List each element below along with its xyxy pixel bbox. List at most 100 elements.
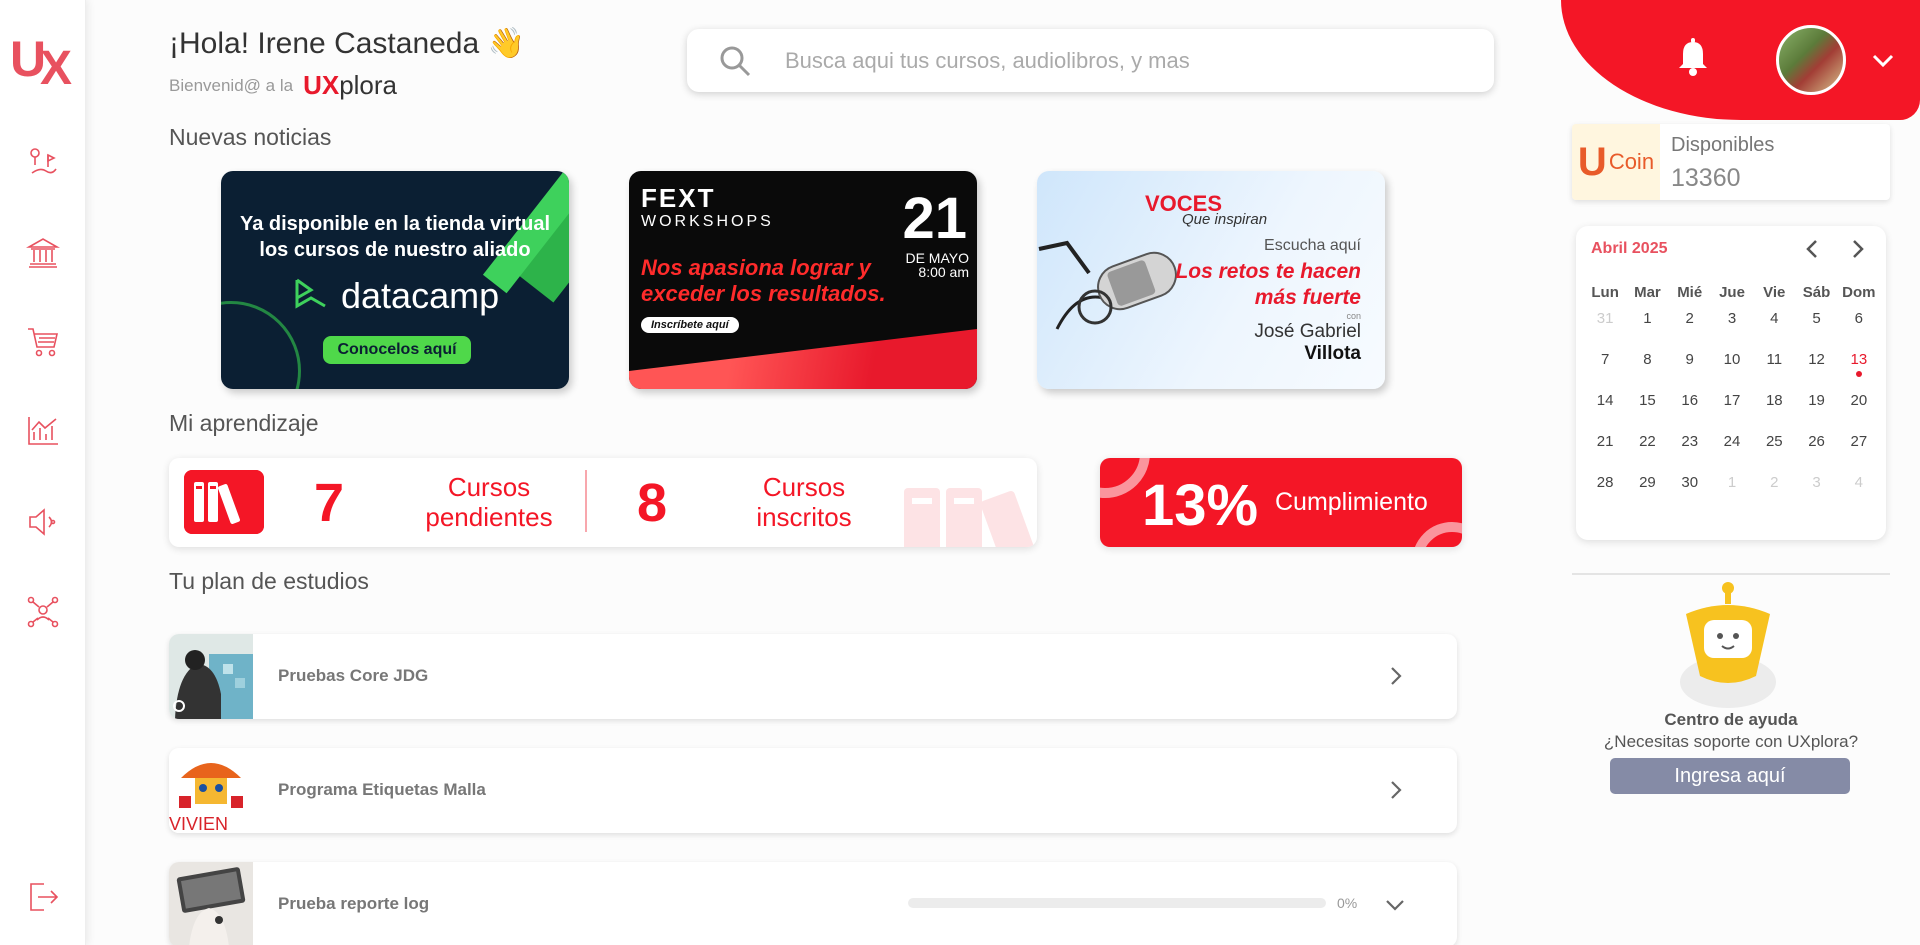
calendar-day-today[interactable]: 13 bbox=[1838, 351, 1880, 392]
bell-icon[interactable] bbox=[1675, 38, 1711, 78]
progress-bar bbox=[908, 898, 1326, 908]
course-thumbnail bbox=[169, 862, 253, 945]
event-day: 21 bbox=[902, 186, 967, 251]
calendar-day[interactable]: 16 bbox=[1669, 392, 1711, 433]
chevron-right-icon[interactable] bbox=[1383, 778, 1407, 802]
sidebar-item-route[interactable] bbox=[23, 142, 63, 182]
calendar-day[interactable]: 26 bbox=[1795, 433, 1837, 474]
calendar-day[interactable]: 24 bbox=[1711, 433, 1753, 474]
chevron-down-icon[interactable] bbox=[1870, 50, 1896, 70]
calendar-day[interactable]: 25 bbox=[1753, 433, 1795, 474]
news-cta-button[interactable]: Inscríbete aquí bbox=[641, 317, 739, 333]
logout-button[interactable] bbox=[23, 877, 63, 917]
help-button[interactable]: Ingresa aquí bbox=[1610, 758, 1850, 794]
calendar-day[interactable]: 5 bbox=[1795, 310, 1837, 351]
calendar-day[interactable]: 18 bbox=[1753, 392, 1795, 433]
calendar-day[interactable]: 7 bbox=[1584, 351, 1626, 392]
divider bbox=[585, 470, 587, 532]
news-text: Nos apasiona lograr y exceder los result… bbox=[641, 255, 886, 306]
calendar-day[interactable]: 31 bbox=[1584, 310, 1626, 351]
calendar-day[interactable]: 6 bbox=[1838, 310, 1880, 351]
route-icon bbox=[30, 148, 57, 174]
calendar-day[interactable]: 4 bbox=[1753, 310, 1795, 351]
welcome-line: Bienvenid@ a la UXplora bbox=[169, 70, 397, 101]
greeting: ¡Hola! Irene Castaneda 👋 bbox=[169, 26, 525, 61]
calendar-day[interactable]: 8 bbox=[1626, 351, 1668, 392]
sidebar-item-network[interactable] bbox=[23, 592, 63, 632]
news-card-datacamp[interactable]: Ya disponible en la tienda virtual los c… bbox=[221, 171, 569, 389]
ux-logo[interactable]: U X bbox=[10, 28, 78, 88]
calendar-day[interactable]: 29 bbox=[1626, 474, 1668, 515]
calendar-day[interactable]: 22 bbox=[1626, 433, 1668, 474]
calendar-day[interactable]: 14 bbox=[1584, 392, 1626, 433]
course-thumbnail: VIVIEN bbox=[169, 748, 253, 833]
avatar[interactable] bbox=[1776, 25, 1846, 95]
coin-balance-card: U Coin Disponibles 13360 bbox=[1572, 124, 1890, 200]
microphone-icon bbox=[1038, 240, 1177, 330]
calendar-day[interactable]: 15 bbox=[1626, 392, 1668, 433]
calendar-day[interactable]: 27 bbox=[1838, 433, 1880, 474]
brand-logo: UXplora bbox=[303, 70, 398, 100]
course-thumbnail bbox=[169, 634, 253, 719]
sidebar: U X bbox=[0, 0, 86, 945]
news-section-title: Nuevas noticias bbox=[169, 124, 332, 150]
calendar-day[interactable]: 2 bbox=[1669, 310, 1711, 351]
search-input[interactable] bbox=[785, 47, 1465, 74]
calendar-day[interactable]: 1 bbox=[1711, 474, 1753, 515]
progress-percent: 0% bbox=[1337, 895, 1358, 911]
calendar-day[interactable]: 23 bbox=[1669, 433, 1711, 474]
completion-label: Cumplimiento bbox=[1275, 488, 1428, 516]
calendar-day[interactable]: 21 bbox=[1584, 433, 1626, 474]
calendar-day[interactable]: 1 bbox=[1626, 310, 1668, 351]
calendar-day[interactable]: 9 bbox=[1669, 351, 1711, 392]
help-subtitle: ¿Necesitas soporte con UXplora? bbox=[1603, 732, 1859, 751]
sidebar-item-store[interactable] bbox=[23, 322, 63, 362]
calendar-weekday: Mar bbox=[1634, 284, 1661, 301]
wave-emoji: 👋 bbox=[487, 27, 525, 60]
chevron-right-icon[interactable] bbox=[1844, 236, 1870, 262]
calendar-day[interactable]: 20 bbox=[1838, 392, 1880, 433]
calendar-day[interactable]: 2 bbox=[1753, 474, 1795, 515]
ucoin-badge: U Coin bbox=[1572, 124, 1660, 200]
plan-item[interactable]: Pruebas Core JDG bbox=[169, 634, 1457, 719]
fext-logo: FEXT bbox=[641, 183, 716, 213]
calendar-day[interactable]: 28 bbox=[1584, 474, 1626, 515]
coin-value: 13360 bbox=[1671, 164, 1741, 192]
pending-label: Cursos pendientes bbox=[425, 472, 553, 532]
plan-item[interactable]: VIVIEN Programa Etiquetas Malla bbox=[169, 748, 1457, 833]
plan-item-title: Pruebas Core JDG bbox=[278, 666, 429, 685]
network-icon bbox=[27, 596, 59, 628]
calendar-day[interactable]: 30 bbox=[1669, 474, 1711, 515]
sidebar-item-stats[interactable] bbox=[23, 411, 63, 451]
calendar-day[interactable]: 11 bbox=[1753, 351, 1795, 392]
sidebar-item-bank[interactable] bbox=[23, 233, 63, 273]
sidebar-item-audio[interactable] bbox=[23, 502, 63, 542]
calendar-day[interactable]: 17 bbox=[1711, 392, 1753, 433]
news-card-fext[interactable]: FEXT WORKSHOPS 21 DE MAYO 8:00 am Nos ap… bbox=[629, 171, 977, 389]
search-bar[interactable] bbox=[687, 29, 1494, 92]
calendar-day[interactable]: 3 bbox=[1795, 474, 1837, 515]
welcome-text: Bienvenid@ a la bbox=[169, 75, 294, 95]
calendar-day[interactable]: 10 bbox=[1711, 351, 1753, 392]
plan-item[interactable]: Prueba reporte log 0% bbox=[169, 862, 1457, 945]
books-icon bbox=[184, 470, 264, 534]
chevron-down-icon[interactable] bbox=[1383, 892, 1407, 916]
chevron-right-icon[interactable] bbox=[1383, 664, 1407, 688]
calendar-day[interactable]: 4 bbox=[1838, 474, 1880, 515]
news-card-voces[interactable]: VOCES Que inspiran Escucha aquí Los reto… bbox=[1037, 171, 1385, 389]
fext-logo-sub: WORKSHOPS bbox=[641, 213, 774, 230]
calendar-weekday: Vie bbox=[1763, 284, 1786, 301]
speaker-surname: Villota bbox=[1304, 343, 1361, 364]
event-date: DE MAYO 8:00 am bbox=[905, 250, 969, 280]
speaker-name: José Gabriel bbox=[1254, 321, 1361, 342]
logout-icon bbox=[30, 883, 59, 911]
news-text: Ya disponible en la tienda virtual los c… bbox=[239, 213, 551, 261]
calendar-day[interactable]: 12 bbox=[1795, 351, 1837, 392]
calendar-day[interactable]: 19 bbox=[1795, 392, 1837, 433]
enrolled-label: Cursos inscritos bbox=[756, 472, 852, 532]
cart-icon bbox=[28, 328, 59, 357]
chevron-left-icon[interactable] bbox=[1800, 236, 1826, 262]
calendar-day[interactable]: 3 bbox=[1711, 310, 1753, 351]
news-cta-button[interactable]: Conocelos aquí bbox=[323, 336, 471, 364]
voces-subtitle: Que inspiran bbox=[1182, 211, 1268, 228]
